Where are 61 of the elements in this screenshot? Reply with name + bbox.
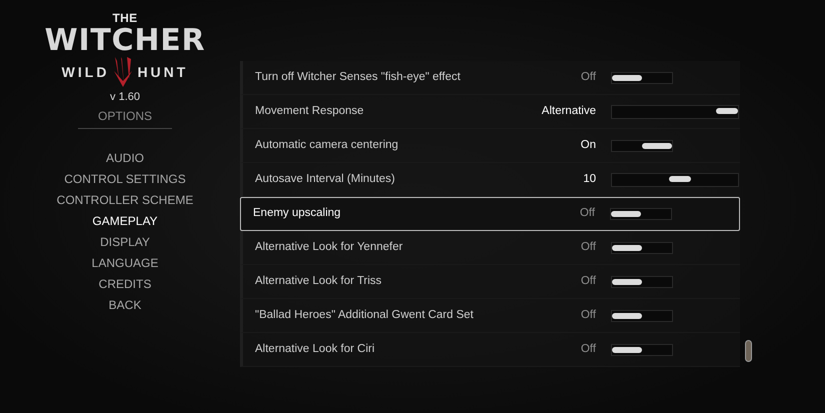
setting-value: Off [580,274,596,289]
setting-value: On [580,138,596,153]
setting-value: Alternative [542,104,596,119]
toggle-track[interactable] [612,310,672,320]
setting-row[interactable]: Alternative Look for Triss Off [240,265,740,299]
scrollbar-thumb[interactable] [745,340,752,362]
setting-row[interactable]: "Ballad Heroes" Additional Gwent Card Set Off [240,299,740,333]
setting-row[interactable]: Autosave Interval (Minutes) 10 [240,163,740,197]
version-text: v 1.60 [110,90,140,105]
toggle-track[interactable] [612,242,672,252]
setting-value: Off [580,308,596,323]
menu-item[interactable]: AUDIO [106,148,144,168]
setting-label: Enemy upscaling [253,206,342,222]
menu-heading: OPTIONS [78,106,172,128]
slider-track[interactable] [612,174,738,186]
logo-text: THE [112,12,138,24]
setting-label: Alternative Look for Ciri [255,342,376,357]
toggle-thumb[interactable] [612,346,642,352]
setting-value: 10 [583,172,596,187]
slider-thumb[interactable] [716,108,738,114]
toggle-thumb[interactable] [642,142,672,148]
setting-row[interactable]: Turn off Witcher Senses "fish-eye" effect Off [240,61,740,95]
setting-value: Off [580,206,595,222]
menu-item[interactable]: DISPLAY [100,232,150,252]
toggle-track[interactable] [612,72,672,82]
setting-row[interactable]: Enemy upscaling Off [240,197,740,231]
logo-title: WITCHER [44,26,206,56]
setting-label: "Ballad Heroes" Additional Gwent Card Set [255,308,474,323]
slider-track[interactable] [612,106,738,118]
toggle-track[interactable] [611,209,671,219]
toggle-thumb[interactable] [611,211,641,217]
setting-label: Automatic camera centering [255,138,400,153]
setting-value: Off [580,240,596,255]
menu-item[interactable]: GAMEPLAY [92,212,158,230]
toggle-thumb[interactable] [612,244,642,250]
menu-item[interactable]: CONTROL SETTINGS [64,170,186,188]
toggle-track[interactable] [612,140,672,150]
setting-row[interactable]: Alternative Look for Yennefer Off [240,231,740,265]
menu-item[interactable]: CONTROLLER SCHEME [56,190,194,210]
setting-value: Off [580,342,596,357]
menu-item[interactable]: BACK [108,296,142,314]
setting-label: Movement Response [255,104,365,119]
toggle-track[interactable] [612,276,672,286]
toggle-track[interactable] [612,344,672,354]
setting-label: Turn off Witcher Senses "fish-eye" effect [255,70,462,85]
toggle-thumb[interactable] [612,278,642,284]
setting-label: Alternative Look for Yennefer [255,240,404,255]
claw-mark-icon [112,57,134,87]
logo-text: HUNT [137,62,188,82]
setting-row[interactable]: Alternative Look for Ciri Off [240,333,740,367]
setting-row[interactable]: Automatic camera centering On [240,129,740,163]
slider-thumb[interactable] [669,176,692,182]
menu-item[interactable]: CREDITS [98,274,152,294]
setting-value: Off [580,70,596,85]
setting-label: Autosave Interval (Minutes) [255,172,396,187]
toggle-thumb[interactable] [612,312,642,318]
toggle-thumb[interactable] [612,74,642,80]
setting-label: Alternative Look for Triss [255,274,383,289]
logo-text: WILD [62,62,110,82]
setting-row[interactable]: Movement Response Alternative [240,95,740,129]
menu-item[interactable]: LANGUAGE [92,254,158,272]
